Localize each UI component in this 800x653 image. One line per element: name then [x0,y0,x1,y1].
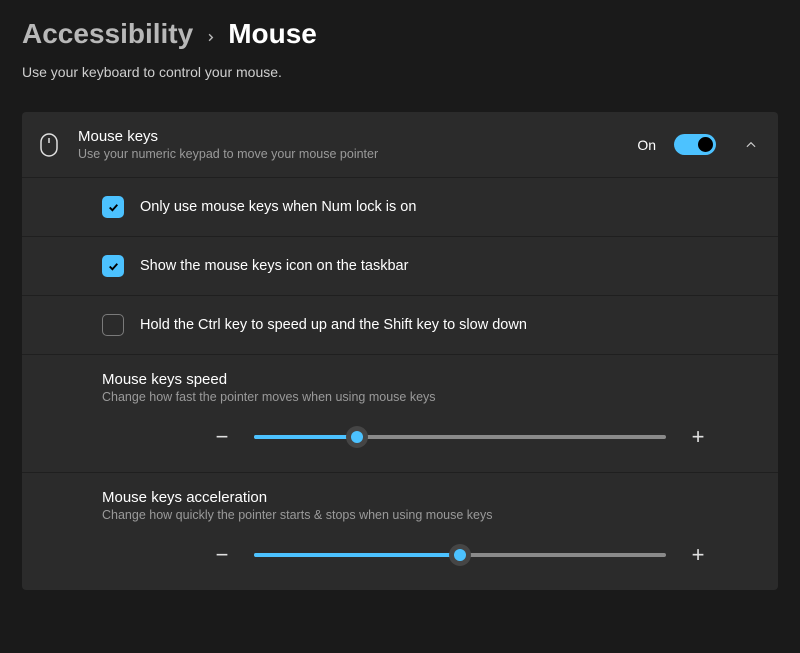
speed-subtitle: Change how fast the pointer moves when u… [102,390,758,404]
ctrlshift-label: Hold the Ctrl key to speed up and the Sh… [140,317,527,333]
acceleration-increase-button[interactable]: + [688,544,708,566]
option-numlock-row: Only use mouse keys when Num lock is on [22,178,778,237]
speed-title: Mouse keys speed [102,371,758,388]
page-description: Use your keyboard to control your mouse. [22,64,778,80]
breadcrumb-current: Mouse [228,18,317,50]
taskbar-label: Show the mouse keys icon on the taskbar [140,258,408,274]
acceleration-decrease-button[interactable]: − [212,544,232,566]
speed-slider[interactable] [254,435,666,439]
acceleration-section: Mouse keys acceleration Change how quick… [22,473,778,590]
acceleration-slider-fill [254,553,460,557]
chevron-up-icon[interactable] [744,138,758,152]
acceleration-subtitle: Change how quickly the pointer starts & … [102,508,758,522]
acceleration-title: Mouse keys acceleration [102,489,758,506]
taskbar-checkbox[interactable] [102,255,124,277]
numlock-checkbox[interactable] [102,196,124,218]
mouse-icon [38,131,60,159]
mouse-keys-toggle[interactable] [674,134,716,155]
breadcrumb-parent[interactable]: Accessibility [22,18,193,50]
mouse-keys-panel: Mouse keys Use your numeric keypad to mo… [22,112,778,590]
speed-slider-thumb[interactable] [346,426,368,448]
acceleration-slider[interactable] [254,553,666,557]
ctrlshift-checkbox[interactable] [102,314,124,336]
breadcrumb: Accessibility Mouse [22,18,778,50]
mouse-keys-subtitle: Use your numeric keypad to move your mou… [78,147,619,161]
chevron-right-icon [205,26,216,49]
speed-increase-button[interactable]: + [688,426,708,448]
speed-decrease-button[interactable]: − [212,426,232,448]
acceleration-slider-thumb[interactable] [449,544,471,566]
option-taskbar-row: Show the mouse keys icon on the taskbar [22,237,778,296]
mouse-keys-header[interactable]: Mouse keys Use your numeric keypad to mo… [22,112,778,178]
toggle-state-label: On [637,137,656,153]
speed-slider-fill [254,435,357,439]
mouse-keys-title: Mouse keys [78,128,619,145]
speed-section: Mouse keys speed Change how fast the poi… [22,355,778,473]
numlock-label: Only use mouse keys when Num lock is on [140,199,416,215]
option-ctrlshift-row: Hold the Ctrl key to speed up and the Sh… [22,296,778,355]
